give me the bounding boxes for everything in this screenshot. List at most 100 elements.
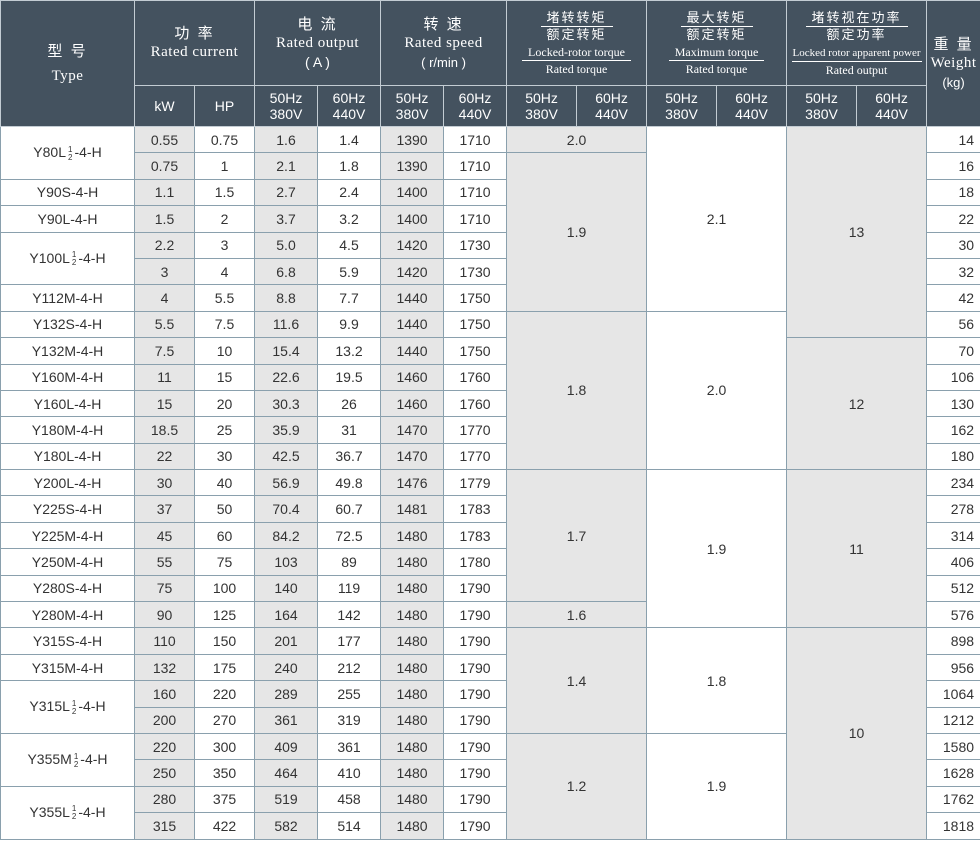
model-type: Y200L-4-H xyxy=(0,469,135,497)
current-60hz: 119 xyxy=(316,574,382,603)
freq50-subheader: 50Hz 380V xyxy=(380,85,445,127)
model-type: Y80L 1 2 -4-H xyxy=(0,126,135,180)
max-torque-value: 1.9 xyxy=(646,732,788,840)
model-type: Y160M-4-H xyxy=(0,363,135,391)
model-fraction: 12 xyxy=(73,752,79,769)
power-hp: 10 xyxy=(194,337,255,365)
power-hp: 20 xyxy=(194,389,255,418)
weight-value: 576 xyxy=(926,601,980,629)
speed-50hz: 1480 xyxy=(380,812,445,840)
current-50hz: 409 xyxy=(254,732,318,761)
weight-value: 1628 xyxy=(926,759,980,787)
speed-50hz: 1480 xyxy=(380,785,445,814)
power-kw: 110 xyxy=(134,627,195,655)
current-50hz: 56.9 xyxy=(254,469,318,497)
table-row: Y132M-4-H 7.5 10 15.4 13.2 1440 1750 12 70 xyxy=(0,337,980,471)
speed-60hz: 1790 xyxy=(443,627,508,655)
power-hp: 5.5 xyxy=(194,284,255,312)
speed-60hz: 1760 xyxy=(443,363,508,391)
weight-value: 314 xyxy=(926,521,980,550)
power-hp: 40 xyxy=(194,469,255,497)
current-60hz: 89 xyxy=(316,548,382,576)
model-name: Y355L xyxy=(29,804,70,820)
speed-60hz: 1730 xyxy=(443,231,508,259)
locked-torque-value: 1.6 xyxy=(506,601,648,629)
current-60hz: 3.2 xyxy=(316,205,382,233)
freq60-subheader: 60Hz 440V xyxy=(716,85,788,127)
speed-header: 转 速 Rated speed ( r/min ) xyxy=(380,0,508,86)
current-50hz: 140 xyxy=(254,574,318,603)
locked-torque-value: 1.7 xyxy=(506,469,648,603)
fraction-den: 2 xyxy=(71,706,77,716)
current-60hz: 410 xyxy=(316,759,382,787)
weight-value: 22 xyxy=(926,205,980,233)
model-type: Y315L 1 2 -4-H xyxy=(0,680,135,734)
model-name: Y160M-4-H xyxy=(31,369,104,386)
power-kw: 22 xyxy=(134,442,195,471)
speed-60hz: 1779 xyxy=(443,469,508,497)
fraction-den: 2 xyxy=(73,759,79,769)
type-header: 型 号 Type xyxy=(0,0,135,127)
current-50hz: 582 xyxy=(254,812,318,840)
apparent-power-value: 10 xyxy=(786,627,928,840)
speed-50hz: 1460 xyxy=(380,389,445,418)
power-hp: 3 xyxy=(194,231,255,259)
speed-50hz: 1400 xyxy=(380,205,445,233)
current-header: 电 流 Rated output ( A ) xyxy=(253,0,382,86)
freq50-subheader: 50Hz 380V xyxy=(506,85,578,127)
fraction-den: 2 xyxy=(68,152,73,162)
power-kw: 1.5 xyxy=(134,205,195,233)
model-type: Y100L 1 2 -4-H xyxy=(0,231,135,286)
fraction-den: 2 xyxy=(71,258,77,268)
power-kw: 250 xyxy=(134,759,195,787)
locked-torque-value: 1.9 xyxy=(506,152,648,312)
model-suffix: -4-H xyxy=(78,249,106,266)
current-60hz: 7.7 xyxy=(316,284,382,312)
current-60hz: 60.7 xyxy=(316,495,382,523)
model-type: Y180L-4-H xyxy=(0,442,135,471)
model-name: Y225S-4-H xyxy=(32,501,103,518)
current-50hz: 5.0 xyxy=(254,231,318,259)
current-60hz: 49.8 xyxy=(316,469,382,497)
speed-60hz: 1710 xyxy=(443,178,508,207)
power-kw: 0.75 xyxy=(134,152,195,180)
power-kw: 15 xyxy=(134,389,195,418)
current-50hz: 84.2 xyxy=(254,521,318,550)
current-60hz: 212 xyxy=(316,653,382,682)
speed-50hz: 1480 xyxy=(380,521,445,550)
model-type: Y250M-4-H xyxy=(0,548,135,576)
current-60hz: 26 xyxy=(316,389,382,418)
locked-torque-value: 2.0 xyxy=(506,125,648,154)
power-kw: 18.5 xyxy=(134,416,195,444)
power-kw: 200 xyxy=(134,706,195,734)
apparent-power-value: 11 xyxy=(786,469,928,629)
current-50hz: 289 xyxy=(254,680,318,708)
power-kw: 280 xyxy=(134,785,195,814)
model-name: Y355M xyxy=(27,751,72,768)
current-60hz: 72.5 xyxy=(316,521,382,550)
power-kw: 0.55 xyxy=(134,125,195,154)
current-60hz: 4.5 xyxy=(316,231,382,259)
current-60hz: 1.4 xyxy=(316,125,382,154)
current-60hz: 1.8 xyxy=(316,152,382,180)
model-name: Y90L-4-H xyxy=(37,210,98,227)
current-60hz: 255 xyxy=(316,680,382,708)
power-kw: 11 xyxy=(134,363,195,391)
model-type: Y280S-4-H xyxy=(0,574,135,603)
model-name: Y100L xyxy=(29,249,70,266)
freq50-subheader: 50Hz 380V xyxy=(786,85,858,127)
model-type: Y355M 1 2 -4-H xyxy=(0,732,135,787)
speed-60hz: 1750 xyxy=(443,337,508,365)
power-hp: 50 xyxy=(194,495,255,523)
current-60hz: 361 xyxy=(316,732,382,761)
model-suffix: -4-H xyxy=(78,804,106,820)
current-50hz: 240 xyxy=(254,653,318,682)
weight-value: 30 xyxy=(926,231,980,259)
speed-50hz: 1420 xyxy=(380,257,445,286)
power-kw: 5.5 xyxy=(134,310,195,339)
current-60hz: 177 xyxy=(316,627,382,655)
model-name: Y250M-4-H xyxy=(31,553,104,570)
weight-value: 70 xyxy=(926,337,980,365)
current-60hz: 9.9 xyxy=(316,310,382,339)
speed-50hz: 1440 xyxy=(380,337,445,365)
